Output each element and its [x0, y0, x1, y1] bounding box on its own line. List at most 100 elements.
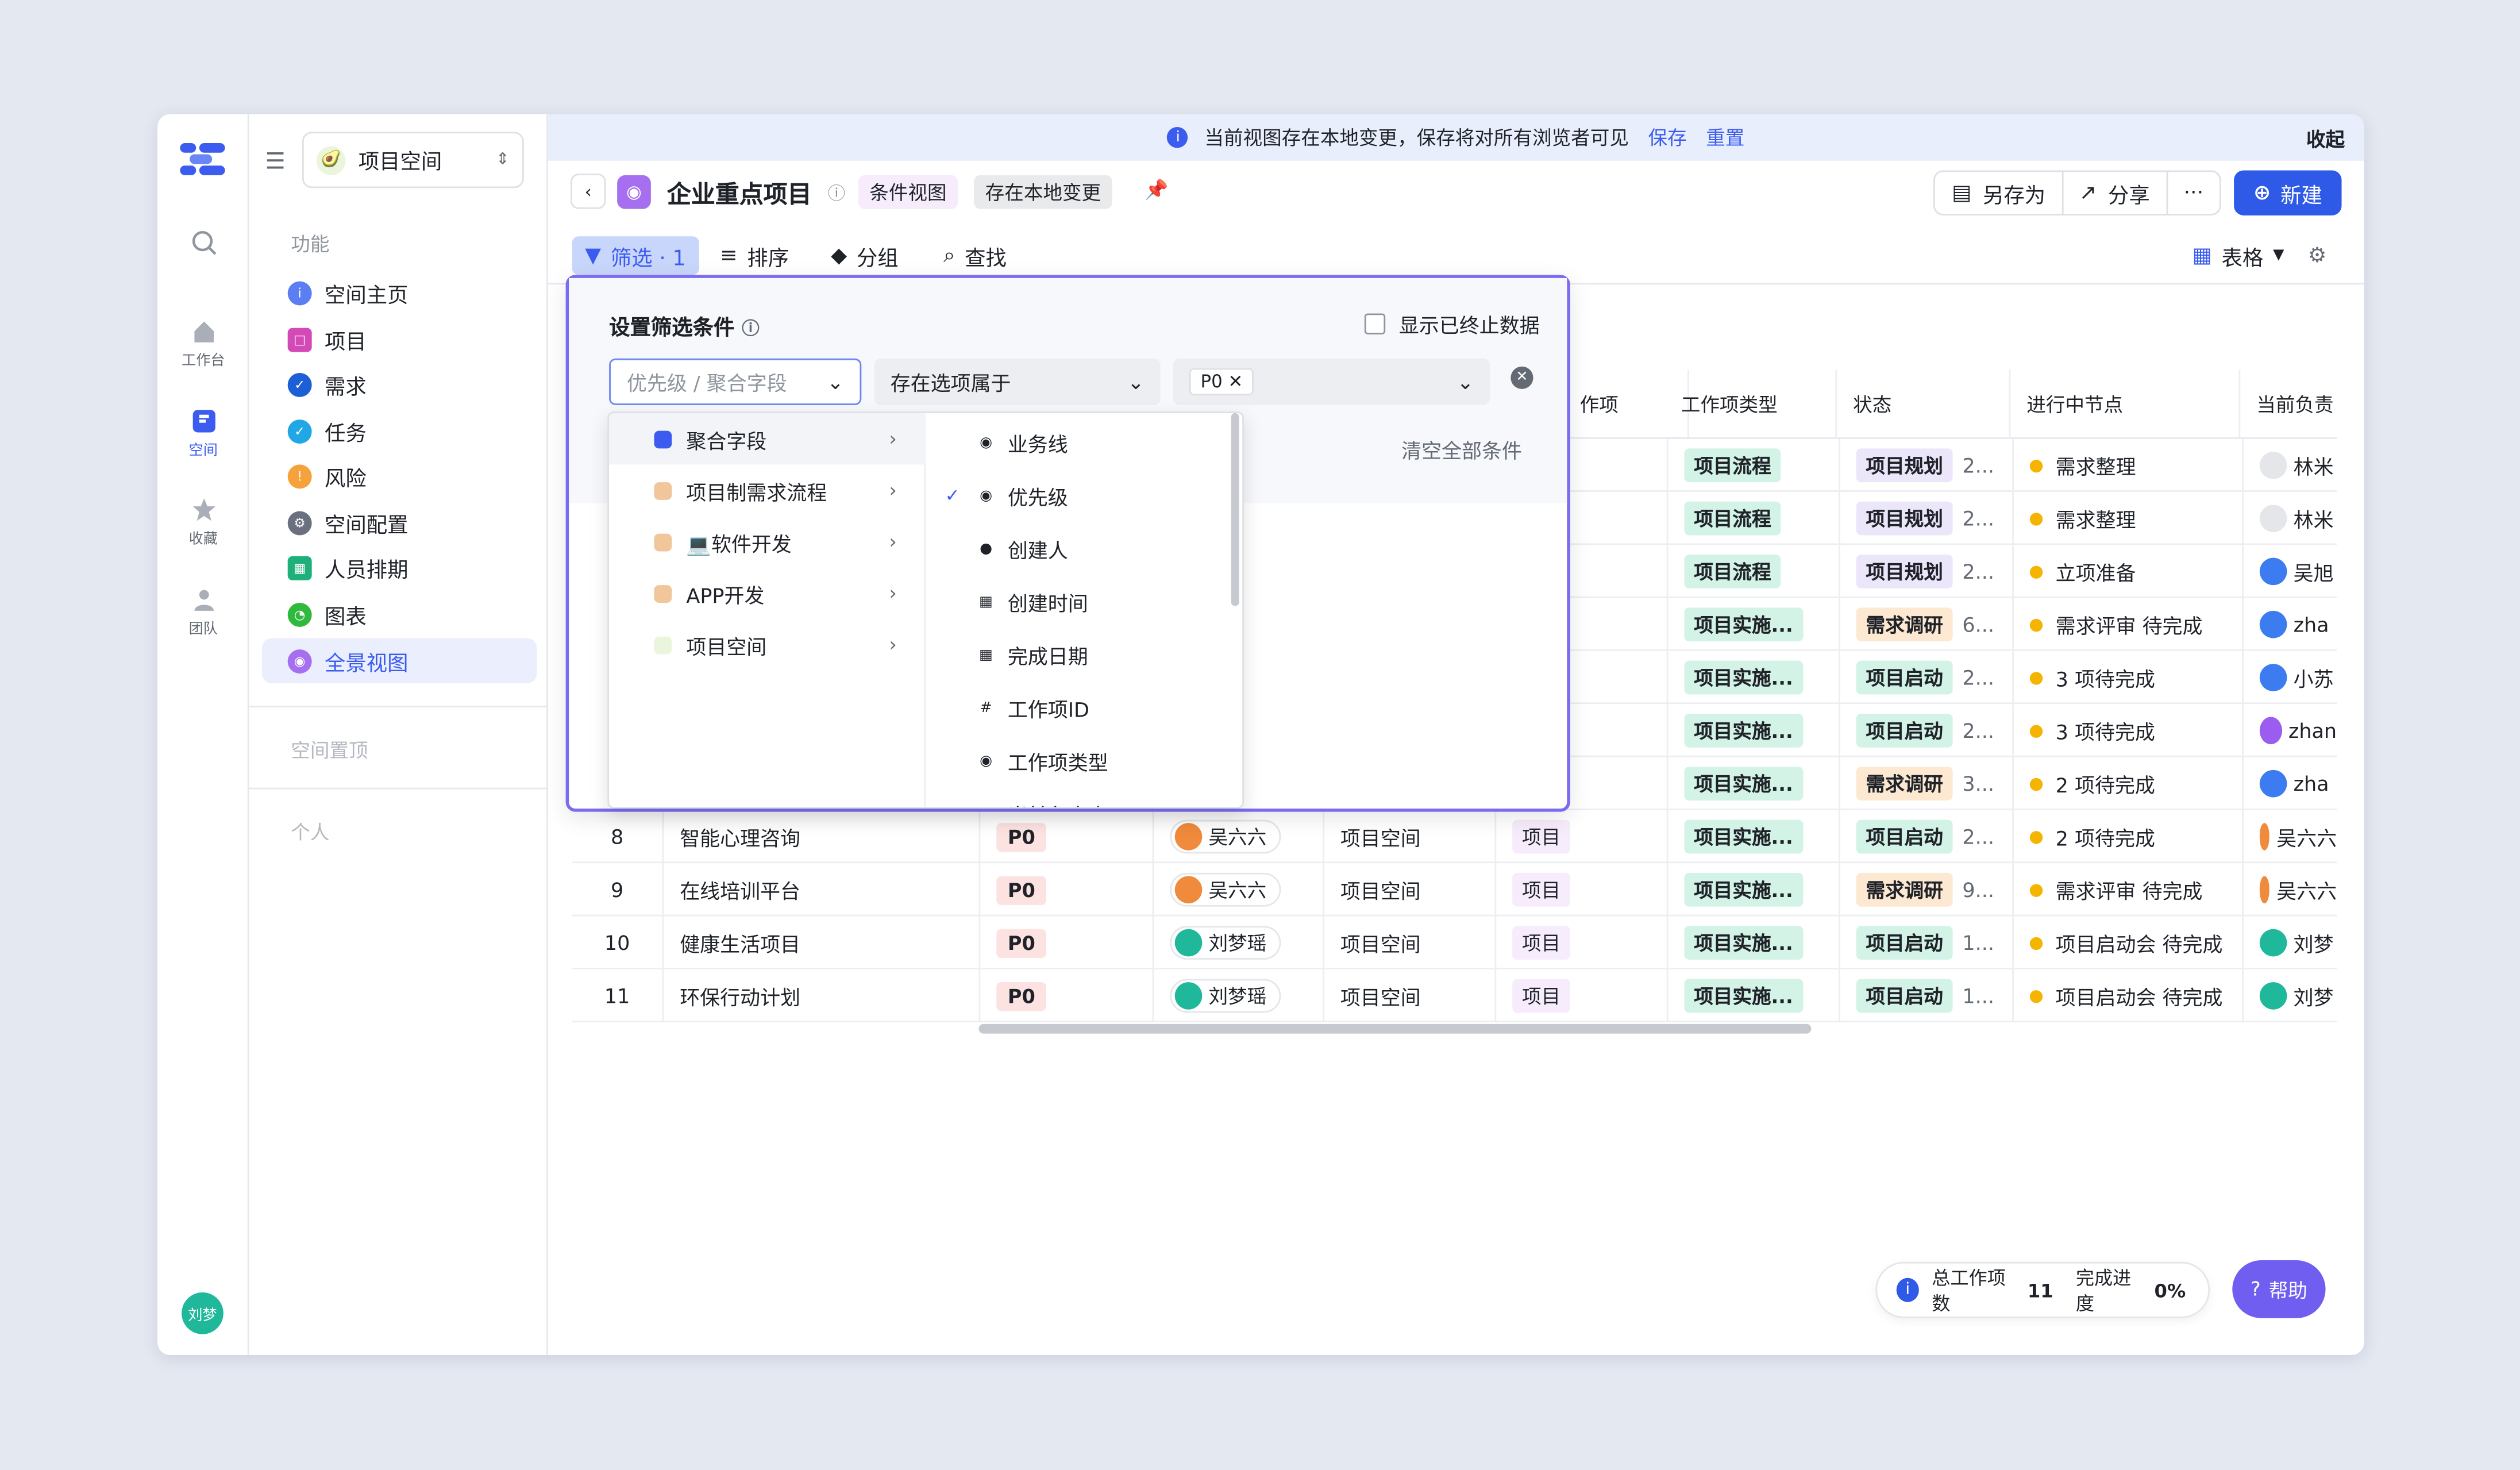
rail-item-favorites[interactable]: 收藏 — [157, 497, 249, 548]
filter-value-select[interactable]: P0 ✕ ⌄ — [1173, 358, 1490, 405]
current-owner-cell: 刘梦 — [2244, 916, 2337, 969]
avatar — [2259, 557, 2287, 586]
select-field-icon: ◉ — [980, 434, 993, 451]
table-row[interactable]: 8 智能心理咨询 P0 吴六六 项目空间 项目 项目实施... 项目启动 2... 2 项待完成吴… — [572, 810, 2337, 864]
show-terminated-checkbox[interactable]: 显示已终止数据 — [1365, 309, 1540, 339]
table-row[interactable]: 11 环保行动计划 P0 刘梦瑶 项目空间 项目 项目实施... 项目启动 1... 项目启动会 … — [572, 969, 2337, 1023]
sidebar-item-requirement[interactable]: ✓ 需求 — [262, 361, 537, 406]
filter-button[interactable]: ▼ 筛选 · 1 — [572, 236, 699, 275]
field-option[interactable]: ◉ 业务线 — [927, 416, 1242, 469]
work-type-tag: 项目流程 — [1684, 555, 1781, 588]
field-group-item[interactable]: APP开发 › — [609, 567, 926, 619]
work-type-tag: 项目流程 — [1684, 448, 1781, 483]
more-button[interactable]: ··· — [2168, 172, 2220, 214]
node-cell: 需求评审 待完成 — [2014, 598, 2244, 651]
rail-item-team[interactable]: 团队 — [157, 587, 249, 638]
priority-cell: P0 — [980, 863, 1154, 917]
priority-cell: P0 — [980, 916, 1154, 969]
banner-reset-link[interactable]: 重置 — [1706, 124, 1744, 151]
field-option[interactable]: # 工作项ID — [927, 682, 1242, 734]
work-type-tag: 项目实施... — [1684, 607, 1803, 642]
sidebar-item-config[interactable]: ⚙ 空间配置 — [262, 500, 537, 545]
space-selector[interactable]: 🥑 项目空间 ⇕ — [302, 132, 524, 188]
row-number: 8 — [572, 810, 664, 864]
collapse-sidebar-icon[interactable]: ☰ — [265, 149, 286, 175]
sidebar-item-home[interactable]: i 空间主页 — [262, 270, 537, 315]
field-option[interactable]: ● 创建人 — [927, 522, 1242, 575]
field-option[interactable]: ▦ 创建时间 — [927, 575, 1242, 628]
field-group-item[interactable]: 聚合字段 › — [609, 413, 926, 465]
banner-collapse-button[interactable]: 收起 — [2306, 125, 2345, 153]
new-button[interactable]: ⊕ 新建 — [2234, 170, 2342, 216]
info-icon: i — [1896, 1277, 1919, 1302]
avatar — [2259, 769, 2287, 798]
work-item-cell: 项目 — [1496, 810, 1669, 864]
pin-icon[interactable]: 📌 — [1145, 178, 1169, 201]
status-dot-icon — [2029, 511, 2043, 525]
filter-title: 设置筛选条件 ⓘ — [609, 317, 760, 341]
field-option[interactable]: ◉ 工作项类型 — [927, 734, 1242, 787]
work-type-tag: 项目实施... — [1684, 926, 1803, 960]
owner-chip[interactable]: 吴六六 — [1170, 819, 1281, 854]
sidebar-item-schedule[interactable]: ▦ 人员排期 — [262, 545, 537, 590]
share-button[interactable]: ↗ 分享 — [2063, 172, 2168, 214]
work-item-cell: 项目 — [1496, 916, 1669, 969]
chart-icon: ◔ — [287, 602, 312, 626]
global-search-icon[interactable] — [157, 230, 249, 260]
field-group-item[interactable]: 💻软件开发 › — [609, 516, 926, 568]
find-button[interactable]: ⌕ 查找 — [931, 236, 1020, 275]
status-dot-icon — [2029, 777, 2043, 790]
sidebar-item-project[interactable]: □ 项目 — [262, 317, 537, 361]
info-icon[interactable]: ⓘ — [742, 318, 760, 339]
group-button[interactable]: ◆ 分组 — [818, 236, 911, 275]
help-button[interactable]: ? 帮助 — [2232, 1260, 2326, 1318]
user-avatar[interactable]: 刘梦 — [182, 1292, 224, 1334]
horizontal-scrollbar[interactable] — [978, 1023, 1812, 1034]
sort-icon: ≡ — [720, 243, 738, 268]
field-group-item[interactable]: 项目空间 › — [609, 619, 926, 671]
risk-icon: ! — [287, 463, 312, 488]
field-option[interactable]: ✓ ◉ 优先级 — [927, 470, 1242, 522]
field-option[interactable]: ●当前负责人 — [927, 788, 1242, 807]
space-avatar-icon: 🥑 — [317, 145, 346, 175]
field-option[interactable]: ▦ 完成日期 — [927, 629, 1242, 682]
node-cell: 3 项待完成 — [2014, 651, 2244, 705]
tag-icon: ◆ — [831, 243, 847, 268]
filter-field-select[interactable]: 优先级 / 聚合字段 ⌄ — [609, 358, 862, 405]
status-cell: 项目启动 2... — [1840, 651, 2014, 705]
sidebar-item-task[interactable]: ✓ 任务 — [262, 408, 537, 453]
avatar — [2259, 664, 2287, 691]
view-type-selector[interactable]: ▦ 表格 ▼ — [2179, 236, 2297, 275]
back-button[interactable]: ‹ — [571, 174, 606, 209]
column-header[interactable]: 工作项类型 — [1664, 370, 1837, 439]
rail-item-workbench[interactable]: 工作台 — [157, 318, 249, 370]
owner-chip[interactable]: 吴六六 — [1170, 872, 1281, 907]
column-header[interactable]: 进行中节点 — [2010, 370, 2241, 439]
view-settings-button[interactable]: ⚙ — [2295, 236, 2339, 275]
rail-item-space[interactable]: 空间 — [157, 408, 249, 460]
table-row[interactable]: 10 健康生活项目 P0 刘梦瑶 项目空间 项目 项目实施... 项目启动 1... 项目启动会 … — [572, 916, 2337, 969]
table-row[interactable]: 9 在线培训平台 P0 吴六六 项目空间 项目 项目实施... 需求调研 9... 需求评审 待完… — [572, 863, 2337, 917]
node-cell: 立项准备 — [2014, 545, 2244, 598]
status-dot-icon — [2029, 830, 2043, 844]
banner-save-link[interactable]: 保存 — [1648, 124, 1686, 151]
owner-chip[interactable]: 刘梦瑶 — [1170, 979, 1281, 1013]
close-icon[interactable]: ✕ — [1228, 371, 1243, 392]
sidebar-item-panorama[interactable]: ◉ 全景视图 — [261, 638, 537, 683]
info-circle-icon[interactable]: ⓘ — [828, 180, 846, 206]
node-cell: 项目启动会 待完成 — [2014, 916, 2244, 969]
sidebar-item-risk[interactable]: ! 风险 — [262, 453, 537, 498]
column-header[interactable]: 当前负责 — [2240, 370, 2337, 439]
remove-condition-icon[interactable]: ✕ — [1511, 366, 1533, 389]
sidebar-item-chart[interactable]: ◔ 图表 — [262, 591, 537, 636]
owner-chip[interactable]: 刘梦瑶 — [1170, 926, 1281, 960]
sort-button[interactable]: ≡ 排序 — [707, 236, 802, 275]
clear-all-button[interactable]: 清空全部条件 — [1401, 434, 1522, 464]
filter-operator-select[interactable]: 存在选项属于 ⌄ — [874, 358, 1161, 405]
current-owner-cell: 林米 — [2244, 439, 2337, 492]
menu-scrollbar[interactable] — [1231, 413, 1239, 606]
field-group-item[interactable]: 项目制需求流程 › — [609, 464, 926, 516]
save-as-button[interactable]: ▤ 另存为 — [1936, 172, 2063, 214]
status-extra: 2... — [1962, 506, 1995, 531]
column-header[interactable]: 状态 — [1837, 370, 2011, 439]
